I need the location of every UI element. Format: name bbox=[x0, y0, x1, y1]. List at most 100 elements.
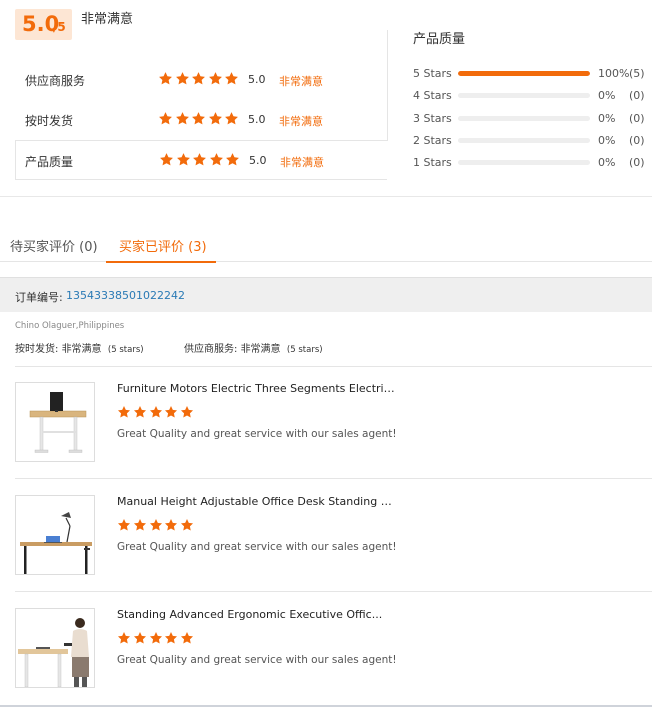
rating-label: 按时发货 bbox=[25, 114, 74, 128]
star-icon bbox=[191, 71, 206, 86]
quality-title: 产品质量 bbox=[413, 32, 466, 47]
rating-label: 产品质量 bbox=[25, 155, 74, 169]
product-thumbnail[interactable] bbox=[15, 495, 95, 575]
order-number-link[interactable]: 13543338501022242 bbox=[66, 289, 185, 302]
product-thumbnail[interactable] bbox=[15, 608, 95, 688]
star-icon bbox=[149, 405, 163, 419]
star-icon bbox=[158, 111, 173, 126]
review-comment: Great Quality and great service with our… bbox=[117, 654, 397, 666]
rating-text: 非常满意 bbox=[280, 156, 324, 169]
divider bbox=[15, 591, 652, 592]
delivery-value: 非常满意 bbox=[61, 344, 102, 355]
overall-score-badge: 5.0 /5 bbox=[15, 9, 72, 40]
star-icon bbox=[117, 518, 131, 532]
star-icon bbox=[180, 518, 194, 532]
star-icon bbox=[175, 71, 190, 86]
distribution-label: 2 Stars bbox=[413, 134, 452, 147]
product-title[interactable]: Manual Height Adjustable Office Desk Sta… bbox=[117, 495, 397, 508]
star-rating bbox=[158, 111, 241, 127]
distribution-percent: 0% bbox=[598, 112, 616, 125]
service-label: 供应商服务: bbox=[184, 344, 238, 355]
star-rating bbox=[158, 71, 241, 87]
rating-value: 5.0 bbox=[249, 154, 267, 167]
distribution-row: 5 Stars 100% (5) bbox=[413, 66, 652, 82]
product-title[interactable]: Standing Advanced Ergonomic Executive Of… bbox=[117, 608, 397, 621]
tab-buyer-reviews[interactable]: 买家已评价 (3) bbox=[119, 236, 207, 255]
star-rating bbox=[117, 631, 196, 645]
distribution-bar-fill bbox=[458, 71, 590, 76]
distribution-bar bbox=[458, 138, 590, 143]
distribution-bar bbox=[458, 160, 590, 165]
star-icon bbox=[164, 631, 178, 645]
star-icon bbox=[191, 111, 206, 126]
star-rating bbox=[117, 518, 196, 532]
review-comment: Great Quality and great service with our… bbox=[117, 428, 397, 440]
review-sub-ratings: 按时发货: 非常满意 (5 stars) 供应商服务: 非常满意 (5 star… bbox=[15, 340, 652, 356]
star-rating bbox=[159, 152, 242, 168]
overall-score-max: /5 bbox=[53, 20, 66, 34]
divider bbox=[15, 478, 652, 479]
rating-row-supplier-service: 供应商服务 5.0 非常满意 bbox=[15, 60, 387, 100]
buyer-name: Chino Olaguer,Philippines bbox=[15, 321, 125, 331]
distribution-percent: 100% bbox=[598, 67, 630, 80]
divider bbox=[15, 366, 652, 367]
star-icon bbox=[209, 152, 224, 167]
product-review: Manual Height Adjustable Office Desk Sta… bbox=[15, 495, 652, 595]
rating-value: 5.0 bbox=[248, 113, 266, 126]
star-icon bbox=[224, 71, 239, 86]
star-icon bbox=[149, 518, 163, 532]
order-number-label: 订单编号: bbox=[15, 291, 63, 304]
distribution-count: (0) bbox=[629, 134, 645, 147]
rating-row-on-time-delivery: 按时发货 5.0 非常满意 bbox=[15, 100, 387, 140]
distribution-row: 2 Stars 0% (0) bbox=[413, 133, 652, 149]
rating-value: 5.0 bbox=[248, 73, 266, 86]
review-tabs: 待买家评价 (0) 买家已评价 (3) bbox=[0, 222, 652, 263]
distribution-percent: 0% bbox=[598, 156, 616, 169]
distribution-label: 4 Stars bbox=[413, 89, 452, 102]
tab-pending-reviews[interactable]: 待买家评价 (0) bbox=[10, 236, 98, 255]
distribution-percent: 0% bbox=[598, 89, 616, 102]
product-thumbnail[interactable] bbox=[15, 382, 95, 462]
distribution-row: 1 Stars 0% (0) bbox=[413, 155, 652, 171]
rating-text: 非常满意 bbox=[279, 75, 323, 88]
star-icon bbox=[117, 405, 131, 419]
star-icon bbox=[175, 111, 190, 126]
review-comment: Great Quality and great service with our… bbox=[117, 541, 397, 553]
product-title[interactable]: Furniture Motors Electric Three Segments… bbox=[117, 382, 397, 395]
distribution-percent: 0% bbox=[598, 134, 616, 147]
order-bar: 订单编号: 13543338501022242 bbox=[0, 277, 652, 312]
star-icon bbox=[164, 518, 178, 532]
distribution-label: 5 Stars bbox=[413, 67, 452, 80]
star-icon bbox=[159, 152, 174, 167]
rating-text: 非常满意 bbox=[279, 115, 323, 128]
distribution-count: (0) bbox=[629, 89, 645, 102]
distribution-count: (0) bbox=[629, 156, 645, 169]
star-icon bbox=[225, 152, 240, 167]
star-icon bbox=[180, 405, 194, 419]
rating-summary: 5.0 /5 非常满意 供应商服务 5.0 非常满意 按时发货 5.0 非常满意… bbox=[0, 0, 652, 197]
distribution-bar bbox=[458, 116, 590, 121]
distribution-bar bbox=[458, 93, 590, 98]
distribution-label: 3 Stars bbox=[413, 112, 452, 125]
star-icon bbox=[133, 518, 147, 532]
delivery-label: 按时发货: bbox=[15, 344, 59, 355]
star-icon bbox=[149, 631, 163, 645]
star-icon bbox=[164, 405, 178, 419]
service-stars: (5 stars) bbox=[286, 345, 323, 355]
star-icon bbox=[180, 631, 194, 645]
star-icon bbox=[117, 631, 131, 645]
star-icon bbox=[158, 71, 173, 86]
distribution-count: (5) bbox=[629, 67, 645, 80]
star-icon bbox=[208, 111, 223, 126]
overall-label: 非常满意 bbox=[81, 12, 134, 27]
distribution-bar bbox=[458, 71, 590, 76]
delivery-rating: 按时发货: 非常满意 (5 stars) bbox=[15, 340, 144, 355]
active-tab-indicator bbox=[106, 261, 216, 263]
star-icon bbox=[224, 111, 239, 126]
rating-row-product-quality[interactable]: 产品质量 5.0 非常满意 bbox=[15, 140, 387, 180]
star-icon bbox=[133, 631, 147, 645]
product-review: Furniture Motors Electric Three Segments… bbox=[15, 382, 652, 482]
rating-label: 供应商服务 bbox=[25, 74, 86, 88]
service-rating: 供应商服务: 非常满意 (5 stars) bbox=[184, 340, 323, 355]
distribution-row: 4 Stars 0% (0) bbox=[413, 88, 652, 104]
